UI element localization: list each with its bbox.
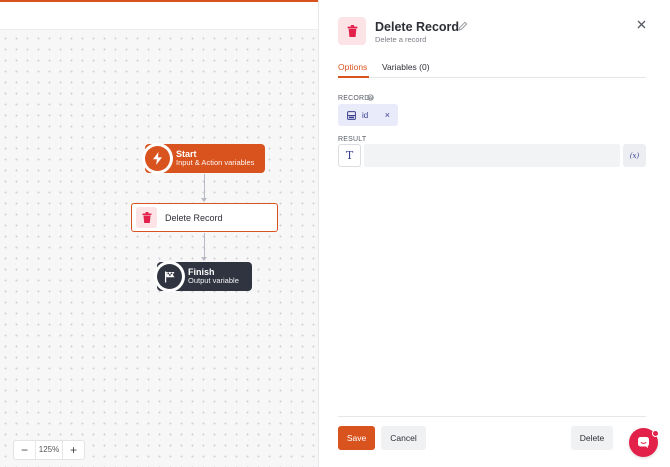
- record-field-label: RECORD: [338, 95, 370, 102]
- cancel-button[interactable]: Cancel: [381, 426, 426, 450]
- notification-dot: [652, 430, 659, 437]
- result-input[interactable]: [364, 144, 620, 167]
- zoom-in-button[interactable]: +: [63, 441, 84, 459]
- properties-panel: Delete Record Delete a record Options Va…: [318, 0, 670, 467]
- footer-divider: [338, 416, 646, 417]
- bolt-icon: [153, 152, 162, 165]
- delete-record-node[interactable]: Delete Record: [131, 203, 278, 232]
- delete-button[interactable]: Delete: [571, 426, 613, 450]
- connector-start-delete: [204, 174, 205, 201]
- panel-title: Delete Record: [375, 20, 460, 34]
- flag-icon: [164, 271, 174, 282]
- start-node[interactable]: Start Input & Action variables: [142, 143, 265, 174]
- panel-header-icon: [338, 17, 366, 45]
- tab-options[interactable]: Options: [338, 62, 367, 72]
- remove-chip-button[interactable]: ×: [385, 110, 390, 120]
- chat-icon: [638, 437, 649, 449]
- canvas-toolbar: [0, 0, 318, 30]
- finish-node-subtitle: Output variable: [188, 276, 239, 286]
- text-type-button[interactable]: T: [338, 144, 361, 167]
- trash-icon: [347, 25, 357, 37]
- zoom-control: − 125% +: [13, 440, 85, 460]
- flow-canvas[interactable]: Start Input & Action variables Delete Re…: [0, 0, 318, 467]
- delete-record-node-title: Delete Record: [165, 212, 223, 223]
- connector-arrow: [201, 257, 207, 261]
- finish-node[interactable]: Finish Output variable: [154, 261, 252, 292]
- close-icon[interactable]: [637, 20, 646, 29]
- record-chip-label: id: [362, 110, 369, 120]
- trash-icon: [142, 212, 151, 223]
- record-variable-chip[interactable]: id ×: [338, 104, 398, 126]
- connector-delete-finish: [204, 233, 205, 260]
- connector-arrow: [201, 198, 207, 202]
- help-icon[interactable]: [367, 94, 374, 101]
- tab-variables[interactable]: Variables (0): [382, 62, 430, 72]
- panel-tabs: Options Variables (0): [338, 60, 646, 78]
- insert-variable-button[interactable]: (x): [623, 144, 646, 167]
- zoom-level: 125%: [35, 441, 63, 459]
- zoom-out-button[interactable]: −: [14, 441, 35, 459]
- result-field-label: RESULT: [338, 136, 367, 143]
- pencil-icon[interactable]: [458, 21, 468, 31]
- panel-subtitle: Delete a record: [375, 35, 427, 44]
- start-node-subtitle: Input & Action variables: [176, 158, 255, 168]
- active-tab-indicator: [338, 76, 369, 78]
- database-icon: [347, 110, 356, 120]
- save-button[interactable]: Save: [338, 426, 375, 450]
